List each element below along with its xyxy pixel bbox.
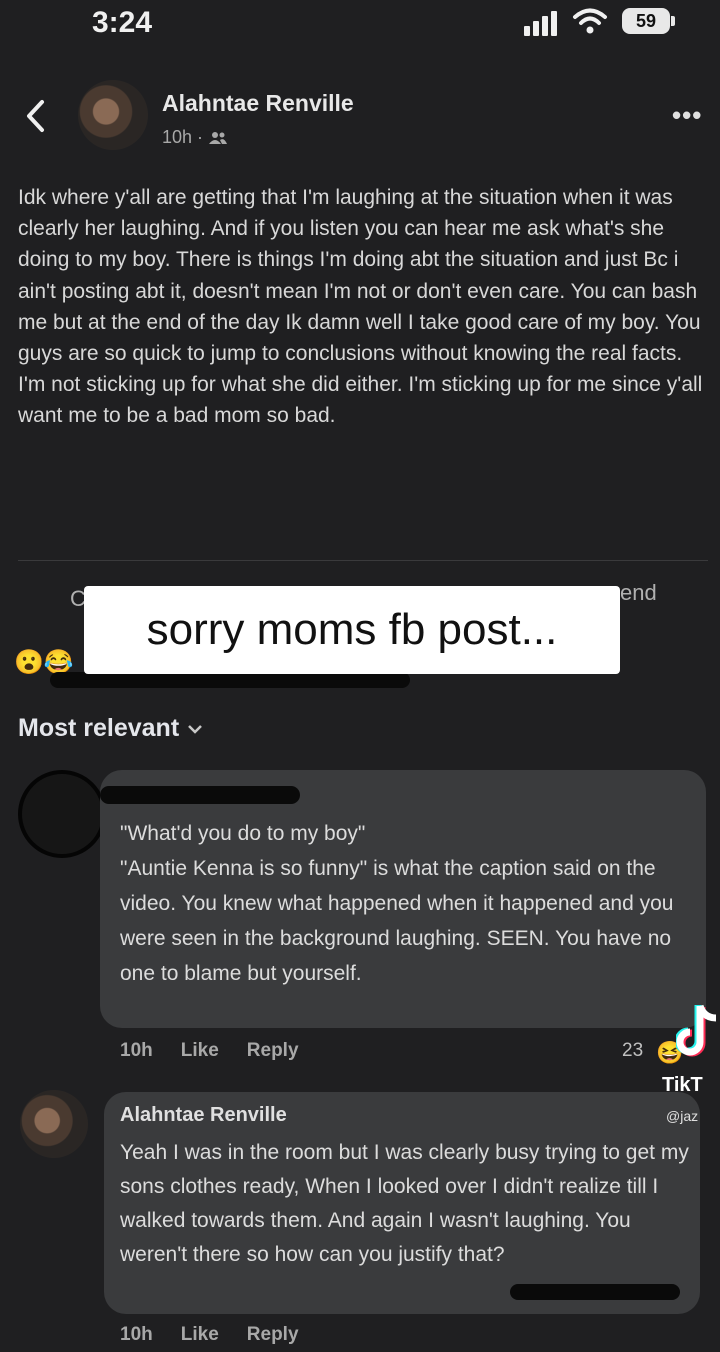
like-button[interactable]: Like (181, 1040, 219, 1062)
comment-text: "What'd you do to my boy" "Auntie Kenna … (120, 822, 674, 985)
reply-author[interactable]: Alahntae Renville (120, 1104, 287, 1127)
tiktok-watermark-name: TikT (662, 1074, 703, 1096)
reply-reply-button[interactable]: Reply (247, 1324, 299, 1346)
sort-dropdown[interactable]: Most relevant (18, 714, 203, 743)
reaction-count: 23 (622, 1040, 644, 1061)
reply-author-avatar[interactable] (20, 1090, 88, 1158)
reply-time: 10h (120, 1324, 153, 1345)
tiktok-watermark-handle: @jaz (666, 1108, 699, 1124)
comment-actions: 10h Like Reply (120, 1040, 299, 1062)
send-action-fragment[interactable]: end (620, 580, 657, 606)
comment-time: 10h (120, 1040, 153, 1061)
redaction-scribble (50, 672, 410, 688)
overlay-caption: sorry moms fb post... (84, 586, 620, 674)
reply-actions: 10h Like Reply (120, 1324, 299, 1346)
battery-tip (671, 16, 675, 26)
post-meta: 10h · (162, 127, 228, 148)
redacted-avatar (18, 770, 106, 858)
tiktok-logo-icon (676, 1004, 717, 1057)
more-icon[interactable]: ••• (672, 100, 702, 131)
post-author[interactable]: Alahntae Renville (162, 90, 354, 117)
sort-label: Most relevant (18, 714, 180, 742)
reply-like-button[interactable]: Like (181, 1324, 219, 1346)
chevron-down-icon (188, 724, 203, 734)
author-avatar[interactable] (78, 80, 148, 150)
signal-icon (524, 11, 557, 36)
back-icon[interactable] (24, 98, 46, 134)
reply-button[interactable]: Reply (247, 1040, 299, 1062)
reply-text: Yeah I was in the room but I was clearly… (120, 1141, 689, 1266)
friends-icon (209, 131, 228, 144)
status-time: 3:24 (92, 6, 153, 39)
divider (18, 560, 708, 561)
post-timestamp: 10h · (162, 127, 204, 147)
post-text: Idk where y'all are getting that I'm lau… (18, 186, 703, 428)
battery-icon: 59 (622, 8, 670, 34)
redaction-scribble (510, 1284, 680, 1300)
wifi-icon (573, 8, 607, 34)
redacted-commenter-name (100, 786, 300, 804)
